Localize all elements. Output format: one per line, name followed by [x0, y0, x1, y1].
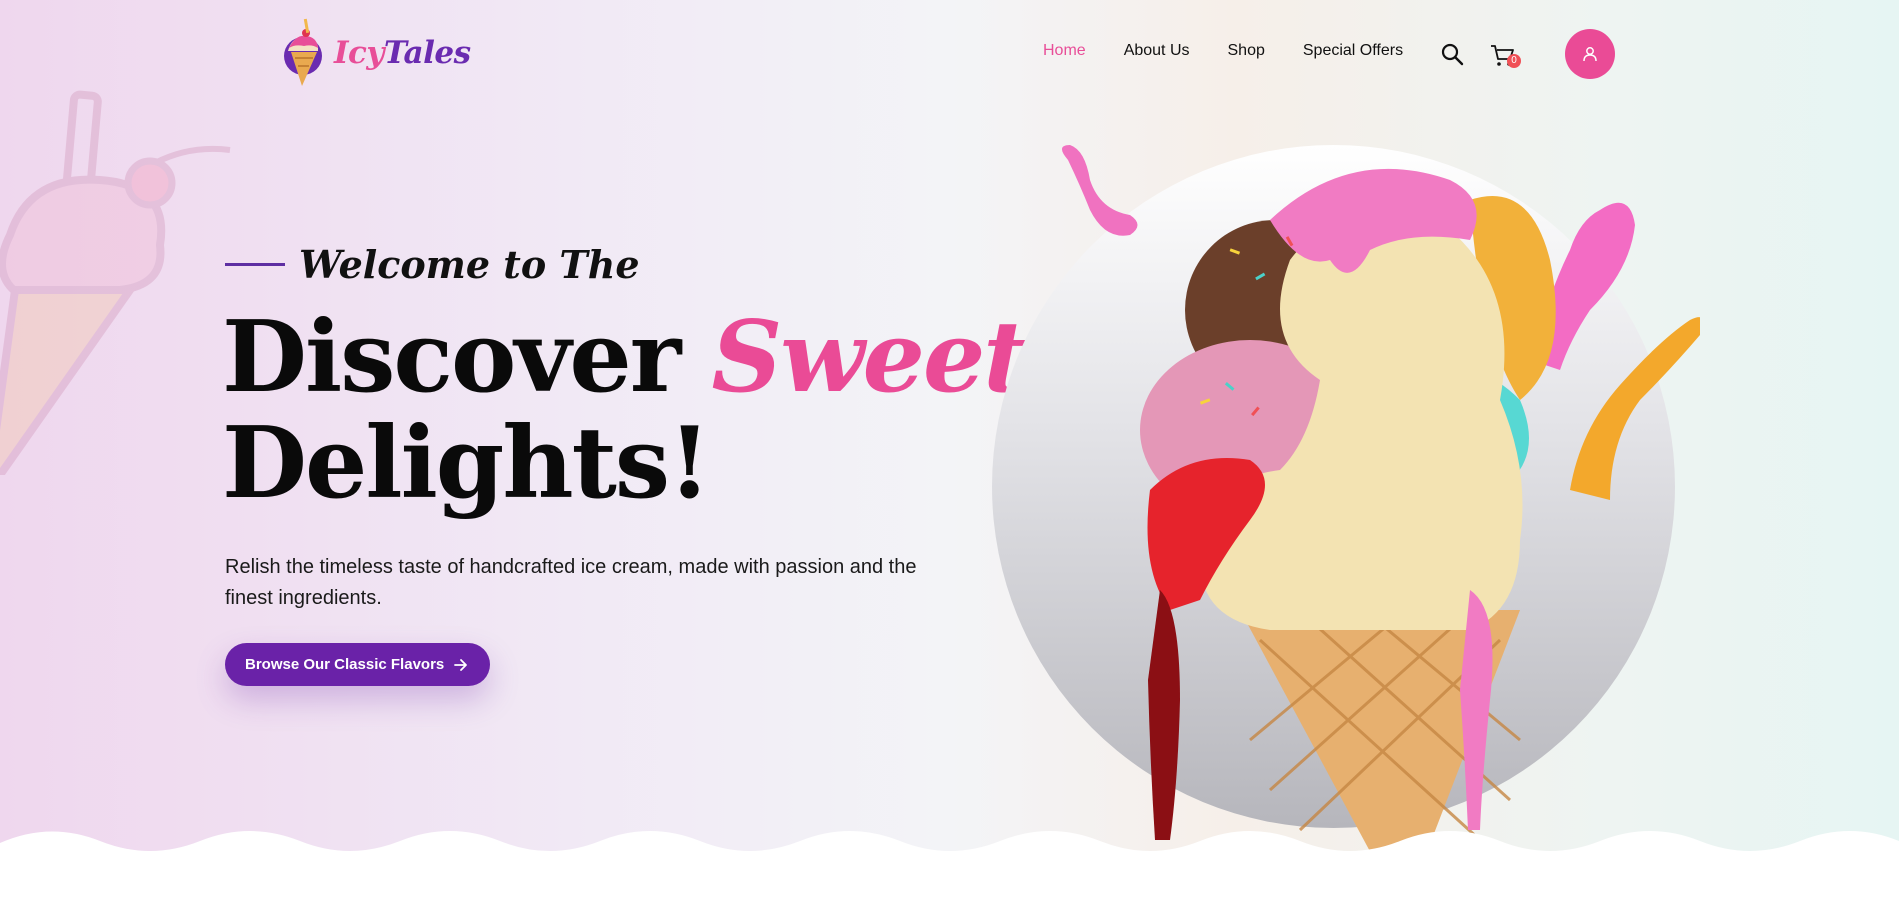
headline-highlight: Sweet: [711, 300, 1028, 415]
brand-name-part2: Tales: [383, 35, 471, 71]
user-account-button[interactable]: [1565, 29, 1615, 79]
nav-item-special-offers[interactable]: Special Offers: [1303, 42, 1403, 60]
headline-part1: Discover: [222, 300, 712, 415]
user-icon: [1583, 47, 1597, 62]
hero-description: Relish the timeless taste of handcrafted…: [225, 556, 917, 609]
eyebrow-text: Welcome to The: [299, 242, 640, 287]
nav-item-about-us[interactable]: About Us: [1124, 42, 1190, 60]
brand-name-part1: Icy: [334, 35, 384, 71]
brand-name: IcyTales: [334, 35, 471, 71]
browse-flavors-button[interactable]: Browse Our Classic Flavors: [225, 643, 491, 686]
main-nav: Home About Us Shop Special Offers: [1043, 42, 1403, 60]
nav-item-shop[interactable]: Shop: [1228, 42, 1265, 60]
brand-logo[interactable]: IcyTales: [282, 18, 471, 88]
arrow-right-icon: [454, 658, 468, 671]
cart-count-badge: 0: [1507, 54, 1521, 68]
decorative-ice-cream-icon: [0, 90, 231, 475]
hero-eyebrow: Welcome to The: [225, 242, 640, 287]
cta-label: Browse Our Classic Flavors: [245, 656, 445, 673]
search-icon[interactable]: [1440, 42, 1464, 66]
hero-headline: Discover Sweet Delights!: [222, 305, 1029, 517]
bottom-wave-divider: [0, 831, 1899, 911]
eyebrow-divider: [225, 263, 285, 266]
ice-cream-cone-logo-icon: [284, 18, 322, 86]
headline-part2: Delights!: [222, 406, 711, 521]
nav-item-home[interactable]: Home: [1043, 42, 1086, 60]
melting-ice-cream-illustration: [1061, 145, 1700, 875]
